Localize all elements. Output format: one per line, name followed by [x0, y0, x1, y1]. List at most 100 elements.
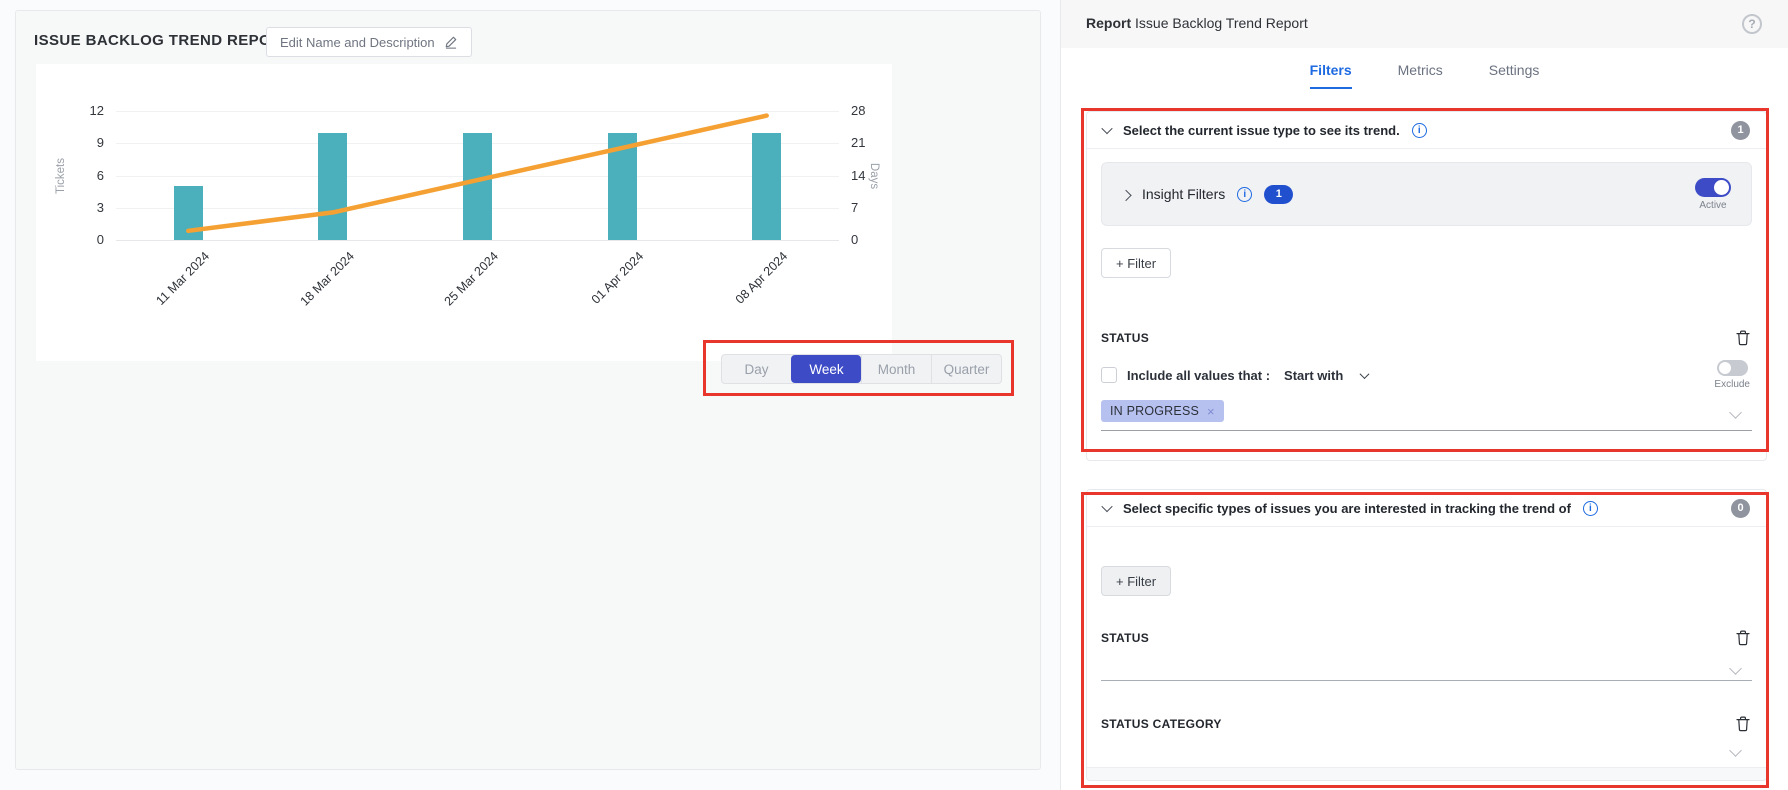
toggle-knob — [1719, 362, 1731, 374]
right-axis-tick: 28 — [851, 103, 865, 119]
x-axis-label: 08 Apr 2024 — [733, 249, 791, 307]
delete-filter-button[interactable] — [1736, 630, 1750, 646]
left-axis-name: Tickets — [55, 158, 67, 194]
exclude-toggle-label: Exclude — [1714, 379, 1750, 390]
report-config-panel: Report Issue Backlog Trend Report ? Filt… — [1060, 0, 1788, 790]
panel-title-text: Issue Backlog Trend Report — [1135, 15, 1308, 31]
left-axis-tick: 6 — [97, 168, 104, 184]
chart-bar — [463, 133, 492, 241]
report-card: ISSUE BACKLOG TREND REPORT Edit Name and… — [15, 10, 1041, 770]
panel-tabs: Filters Metrics Settings — [1061, 62, 1788, 89]
period-week-button[interactable]: Week — [791, 355, 861, 383]
section-count-badge: 0 — [1731, 499, 1750, 518]
x-axis-label: 01 Apr 2024 — [588, 249, 646, 307]
include-all-checkbox[interactable] — [1101, 367, 1117, 383]
section-title: Select specific types of issues you are … — [1123, 501, 1571, 516]
info-icon[interactable]: i — [1237, 187, 1252, 202]
status-category-field-row: STATUS CATEGORY — [1101, 716, 1750, 732]
edit-name-label: Edit Name and Description — [280, 35, 435, 50]
period-month-button[interactable]: Month — [861, 355, 931, 383]
field-name: STATUS — [1101, 331, 1149, 345]
gridline — [116, 240, 839, 241]
value-chip: IN PROGRESS × — [1101, 400, 1224, 422]
edit-name-button[interactable]: Edit Name and Description — [266, 27, 472, 57]
tab-filters[interactable]: Filters — [1310, 62, 1352, 89]
trash-icon — [1736, 720, 1750, 735]
right-axis-tick: 7 — [851, 200, 858, 216]
trash-icon — [1736, 334, 1750, 349]
delete-filter-button[interactable] — [1736, 330, 1750, 346]
active-toggle-group: Active — [1695, 178, 1731, 211]
panel-title-label: Report — [1086, 15, 1131, 31]
gridline — [116, 111, 839, 112]
right-axis-tick: 14 — [851, 168, 865, 184]
page-title: ISSUE BACKLOG TREND REPORT — [34, 32, 292, 49]
chevron-down-icon[interactable] — [1101, 123, 1112, 134]
insight-filters-label: Insight Filters — [1142, 186, 1225, 202]
active-toggle[interactable] — [1695, 178, 1731, 197]
left-axis-tick: 0 — [97, 232, 104, 248]
x-axis-label: 25 Mar 2024 — [442, 249, 502, 309]
trash-icon — [1736, 634, 1750, 649]
right-axis-tick: 0 — [851, 232, 858, 248]
left-axis-tick: 3 — [97, 200, 104, 216]
section-header[interactable]: Select the current issue type to see its… — [1087, 112, 1766, 149]
chevron-down-icon[interactable] — [1101, 501, 1112, 512]
info-icon[interactable]: i — [1412, 123, 1427, 138]
left-axis-tick: 9 — [97, 135, 104, 151]
report-canvas: ISSUE BACKLOG TREND REPORT Edit Name and… — [0, 0, 1060, 790]
chart-bar — [608, 133, 637, 241]
chevron-down-icon[interactable] — [1360, 369, 1370, 379]
right-axis-name: Days — [868, 162, 880, 188]
active-toggle-label: Active — [1699, 200, 1726, 211]
section-title: Select the current issue type to see its… — [1123, 123, 1400, 138]
chip-remove-icon[interactable]: × — [1207, 405, 1215, 418]
x-axis-label: 18 Mar 2024 — [297, 249, 357, 309]
panel-header: Report Issue Backlog Trend Report ? — [1061, 0, 1788, 48]
add-filter-button[interactable]: + Filter — [1101, 566, 1171, 596]
trend-chart: 0 0 3 7 6 14 9 21 12 28 Tickets Days 11 Mar 2024 18 M… — [36, 64, 892, 361]
section-count-badge: 1 — [1731, 121, 1750, 140]
select-underline[interactable] — [1101, 680, 1752, 681]
filter-section-specific-issue-types: Select specific types of issues you are … — [1086, 489, 1767, 781]
exclude-toggle[interactable] — [1717, 360, 1748, 376]
status-values-row: IN PROGRESS × — [1101, 400, 1224, 422]
add-filter-button[interactable]: + Filter — [1101, 248, 1171, 278]
include-values-row: Include all values that : Start with Exc… — [1101, 360, 1750, 390]
field-name: STATUS — [1101, 631, 1149, 645]
value-chip-label: IN PROGRESS — [1110, 404, 1199, 418]
tab-settings[interactable]: Settings — [1489, 62, 1540, 89]
insight-filters-card: Insight Filters i 1 Active — [1101, 162, 1752, 226]
x-axis-label: 11 Mar 2024 — [153, 249, 212, 308]
insight-filters-count-pill: 1 — [1264, 185, 1293, 204]
field-name: STATUS CATEGORY — [1101, 717, 1222, 731]
info-icon[interactable]: i — [1583, 501, 1598, 516]
status-field-row: STATUS — [1101, 630, 1750, 646]
delete-filter-button[interactable] — [1736, 716, 1750, 732]
tab-metrics[interactable]: Metrics — [1398, 62, 1443, 89]
filter-section-current-issue-type: Select the current issue type to see its… — [1086, 111, 1767, 461]
chevron-down-icon[interactable] — [1729, 406, 1742, 419]
period-quarter-button[interactable]: Quarter — [931, 355, 1001, 383]
include-all-label: Include all values that : — [1127, 368, 1270, 383]
exclude-toggle-group: Exclude — [1714, 360, 1750, 390]
period-day-button[interactable]: Day — [722, 355, 791, 383]
chevron-down-icon[interactable] — [1729, 744, 1742, 757]
toggle-knob — [1714, 180, 1729, 195]
chevron-right-icon[interactable] — [1120, 190, 1131, 201]
left-axis-tick: 12 — [90, 103, 104, 119]
pencil-icon — [444, 35, 458, 49]
select-underline[interactable] — [1101, 430, 1752, 431]
status-field-row: STATUS — [1101, 330, 1750, 346]
chart-bar — [318, 133, 347, 241]
period-segmented-control: DayWeekMonthQuarter — [721, 354, 1002, 384]
chart-bar — [174, 186, 203, 240]
chevron-down-icon[interactable] — [1729, 662, 1742, 675]
chart-bar — [752, 133, 781, 241]
panel-title: Report Issue Backlog Trend Report — [1086, 15, 1308, 31]
help-icon[interactable]: ? — [1742, 14, 1762, 34]
right-axis-tick: 21 — [851, 135, 865, 151]
operator-select[interactable]: Start with — [1284, 368, 1343, 383]
section-header[interactable]: Select specific types of issues you are … — [1087, 490, 1766, 527]
section-footer — [1087, 767, 1766, 780]
